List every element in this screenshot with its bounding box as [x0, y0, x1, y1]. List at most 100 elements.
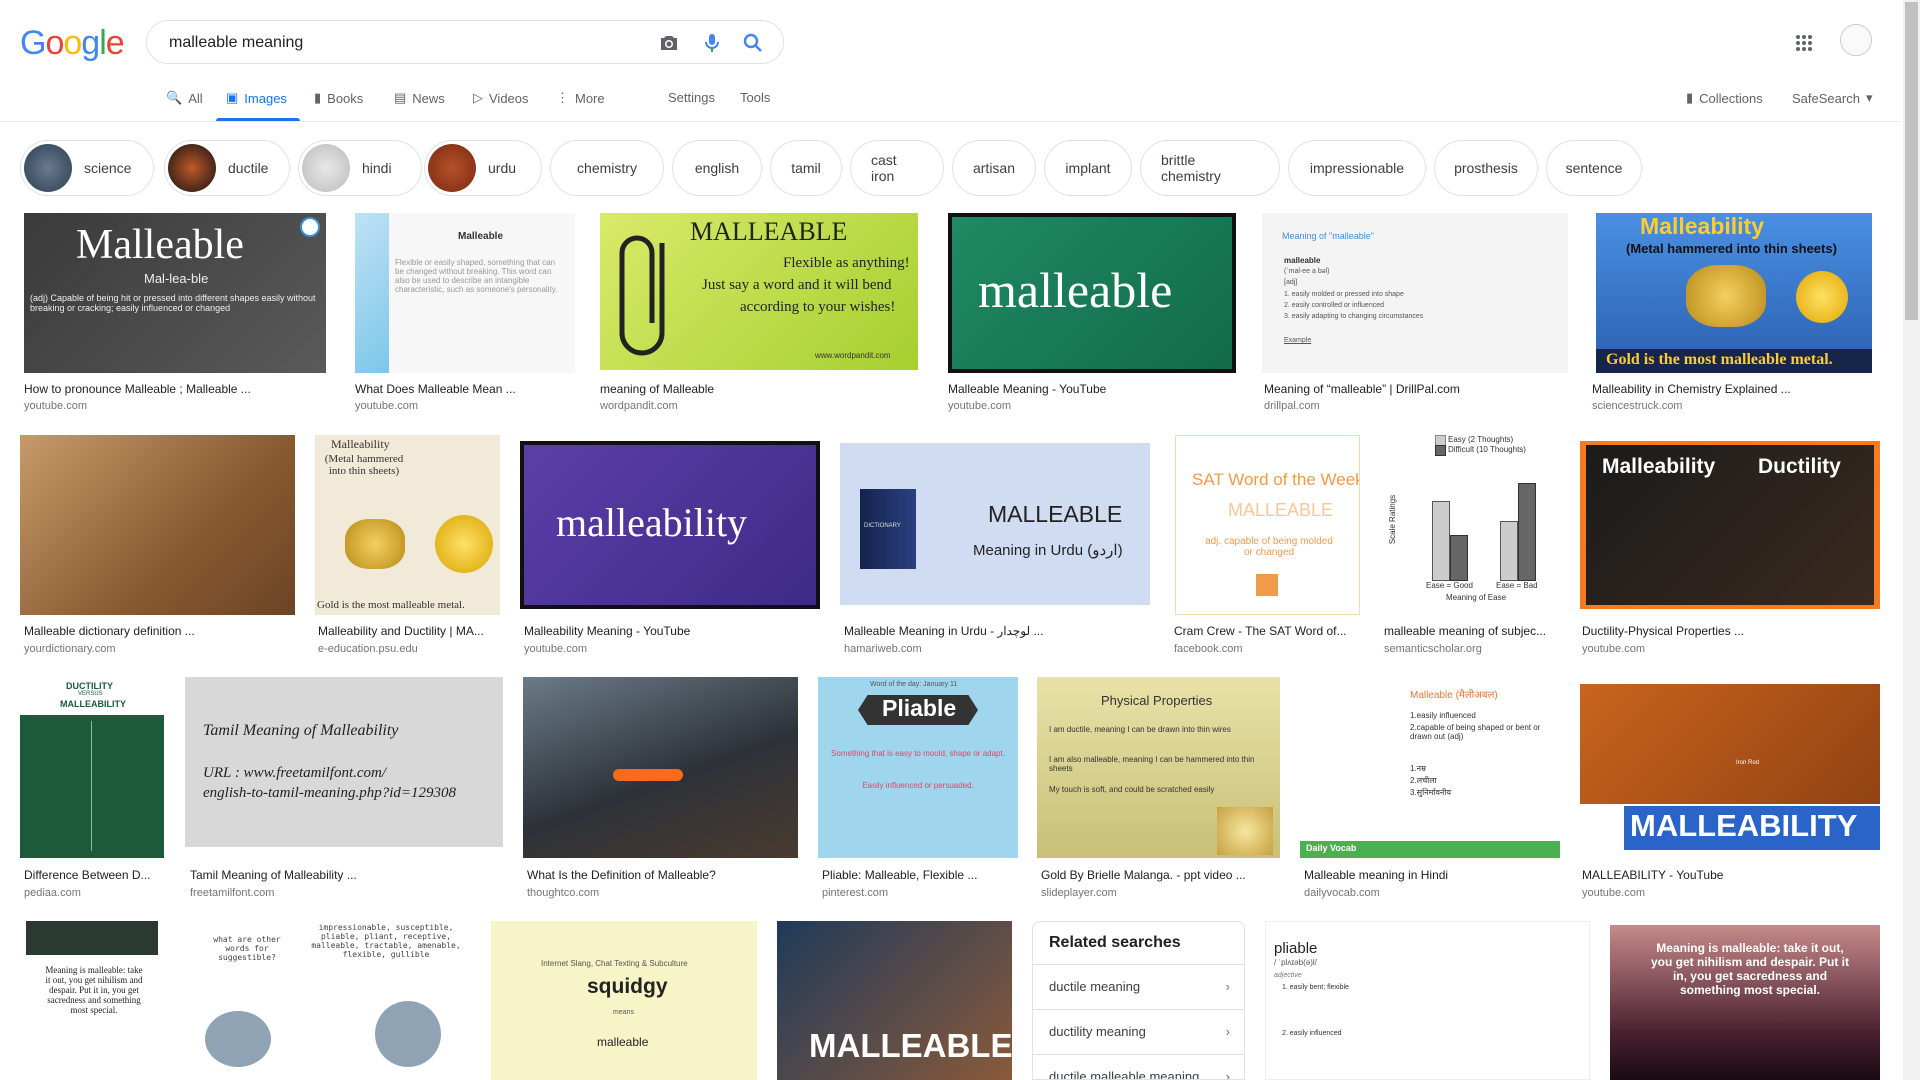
image-source[interactable]: youtube.com — [524, 643, 587, 655]
image-source[interactable]: e-education.psu.edu — [318, 643, 418, 655]
search-icon[interactable] — [741, 31, 765, 55]
tab-news[interactable]: ▤ News — [394, 90, 445, 106]
chip-artisan[interactable]: artisan — [952, 140, 1036, 196]
image-result[interactable]: Physical Properties I am ductile, meanin… — [1037, 677, 1280, 858]
image-source[interactable]: pinterest.com — [822, 887, 888, 899]
chip-hindi[interactable]: hindi — [298, 140, 422, 196]
chip-implant[interactable]: implant — [1044, 140, 1132, 196]
image-source[interactable]: wordpandit.com — [600, 400, 678, 412]
image-result[interactable] — [523, 677, 798, 858]
image-caption[interactable]: Malleable dictionary definition ... — [24, 624, 294, 638]
chip-urdu[interactable]: urdu — [424, 140, 542, 196]
image-result[interactable]: Easy (2 Thoughts) Difficult (10 Thoughts… — [1380, 435, 1560, 615]
image-source[interactable]: thoughtco.com — [527, 887, 599, 899]
image-result[interactable]: Malleability Ductility — [1580, 441, 1880, 609]
image-result[interactable]: Malleability (Metal hammered into thin s… — [1596, 213, 1872, 373]
image-result[interactable]: Iron Rod MALLEABILITY — [1580, 684, 1880, 853]
image-result[interactable]: MALLEABLE — [777, 921, 1012, 1080]
image-caption[interactable]: Ductility-Physical Properties ... — [1582, 624, 1880, 638]
image-result[interactable]: malleable — [948, 213, 1236, 373]
image-result[interactable]: Tamil Meaning of Malleability URL : www.… — [185, 677, 503, 847]
chip-impressionable[interactable]: impressionable — [1288, 140, 1426, 196]
camera-icon[interactable] — [657, 31, 681, 55]
image-result[interactable]: Malleable (मैलीअबल) 1.easily influenced … — [1300, 677, 1560, 858]
image-result[interactable]: Malleable Flexible or easily shaped, som… — [355, 213, 575, 373]
image-result[interactable]: Malleable Mal-lea-ble (adj) Capable of b… — [24, 213, 326, 373]
image-source[interactable]: semanticscholar.org — [1384, 643, 1482, 655]
image-caption[interactable]: meaning of Malleable — [600, 382, 918, 396]
image-source[interactable]: dailyvocab.com — [1304, 887, 1380, 899]
image-result[interactable]: DUCTILITY VERSUS MALLEABILITY — [20, 677, 164, 858]
chip-chemistry[interactable]: chemistry — [550, 140, 664, 196]
account-avatar[interactable] — [1840, 24, 1872, 56]
image-caption[interactable]: Difference Between D... — [24, 868, 166, 882]
image-source[interactable]: youtube.com — [24, 400, 87, 412]
image-caption[interactable]: Gold By Brielle Malanga. - ppt video ... — [1041, 868, 1280, 882]
image-result[interactable]: pliable / ˈplʌɪəb(ə)l/ adjective 1. easi… — [1265, 921, 1590, 1080]
image-caption[interactable]: Malleability and Ductility | MA... — [318, 624, 498, 638]
image-caption[interactable]: MALLEABILITY - YouTube — [1582, 868, 1880, 882]
image-result[interactable]: SAT Word of the Week MALLEABLE adj. capa… — [1175, 435, 1360, 615]
image-source[interactable]: freetamilfont.com — [190, 887, 274, 899]
apps-grid-icon[interactable] — [1795, 34, 1813, 52]
chip-english[interactable]: english — [672, 140, 762, 196]
image-result[interactable]: what are other words for suggestible? im… — [185, 921, 470, 1080]
tab-images[interactable]: ▣ Images — [226, 90, 287, 106]
scrollbar-thumb[interactable] — [1905, 2, 1918, 320]
chip-ductile[interactable]: ductile — [164, 140, 290, 196]
image-source[interactable]: youtube.com — [948, 400, 1011, 412]
image-result[interactable]: MALLEABLE Flexible as anything! Just say… — [600, 213, 918, 370]
image-caption[interactable]: Cram Crew - The SAT Word of... — [1174, 624, 1360, 638]
image-caption[interactable]: What Does Malleable Mean ... — [355, 382, 575, 396]
image-source[interactable]: youtube.com — [355, 400, 418, 412]
chip-cast-iron[interactable]: cast iron — [850, 140, 944, 196]
image-result[interactable]: Malleability (Metal hammered into thin s… — [315, 435, 500, 615]
image-caption[interactable]: Tamil Meaning of Malleability ... — [190, 868, 502, 882]
chip-science[interactable]: science — [20, 140, 154, 196]
tab-more[interactable]: ⋮ More — [556, 90, 605, 106]
safesearch-dropdown[interactable]: SafeSearch ▾ — [1792, 90, 1872, 106]
google-logo[interactable]: Google — [20, 24, 125, 63]
image-result[interactable]: Meaning is malleable: take it out, you g… — [1610, 925, 1880, 1080]
image-source[interactable]: drillpal.com — [1264, 400, 1320, 412]
image-caption[interactable]: Pliable: Malleable, Flexible ... — [822, 868, 1018, 882]
microphone-icon[interactable] — [700, 31, 724, 55]
image-result[interactable]: Meaning is malleable: take it out, you g… — [26, 921, 158, 1080]
image-caption[interactable]: Malleability in Chemistry Explained ... — [1592, 382, 1872, 396]
image-result[interactable]: Meaning of "malleable" malleable (ˈmal-e… — [1262, 213, 1568, 373]
image-source[interactable]: sciencestruck.com — [1592, 400, 1682, 412]
image-caption[interactable]: What Is the Definition of Malleable? — [527, 868, 798, 882]
image-source[interactable]: youtube.com — [1582, 887, 1645, 899]
image-source[interactable]: hamariweb.com — [844, 643, 922, 655]
image-result[interactable]: Internet Slang, Chat Texting & Subcultur… — [491, 921, 757, 1080]
chip-sentence[interactable]: sentence — [1546, 140, 1642, 196]
image-caption[interactable]: Malleability Meaning - YouTube — [524, 624, 820, 638]
image-caption[interactable]: Malleable Meaning in Urdu - لوچدار ... — [844, 624, 1150, 638]
image-source[interactable]: facebook.com — [1174, 643, 1242, 655]
related-search-item[interactable]: ductile malleable meaning › — [1033, 1055, 1244, 1079]
chip-tamil[interactable]: tamil — [770, 140, 842, 196]
image-caption[interactable]: Malleable meaning in Hindi — [1304, 868, 1560, 882]
image-result[interactable]: malleability — [520, 441, 820, 609]
tab-settings[interactable]: Settings — [668, 90, 715, 105]
image-caption[interactable]: Malleable Meaning - YouTube — [948, 382, 1236, 396]
image-result[interactable]: Word of the day: January 11 Pliable Some… — [818, 677, 1018, 858]
tab-videos[interactable]: ▷ Videos — [473, 90, 529, 106]
tab-books[interactable]: ▮ Books — [314, 90, 363, 106]
image-source[interactable]: slideplayer.com — [1041, 887, 1117, 899]
tab-all[interactable]: 🔍 All — [166, 90, 203, 106]
image-source[interactable]: yourdictionary.com — [24, 643, 116, 655]
image-source[interactable]: pediaa.com — [24, 887, 81, 899]
collections-button[interactable]: ▮ Collections — [1686, 90, 1763, 106]
tab-tools[interactable]: Tools — [740, 90, 770, 105]
image-source[interactable]: youtube.com — [1582, 643, 1645, 655]
search-input[interactable] — [167, 31, 641, 55]
image-result[interactable] — [20, 435, 295, 615]
chip-prosthesis[interactable]: prosthesis — [1434, 140, 1538, 196]
image-caption[interactable]: How to pronounce Malleable ; Malleable .… — [24, 382, 326, 396]
chip-brittle-chemistry[interactable]: brittle chemistry — [1140, 140, 1280, 196]
image-result[interactable]: DICTIONARY MALLEABLE Meaning in Urdu (ار… — [840, 443, 1150, 605]
related-search-item[interactable]: ductility meaning › — [1033, 1010, 1244, 1055]
related-search-item[interactable]: ductile meaning › — [1033, 965, 1244, 1010]
image-caption[interactable]: Meaning of “malleable” | DrillPal.com — [1264, 382, 1568, 396]
